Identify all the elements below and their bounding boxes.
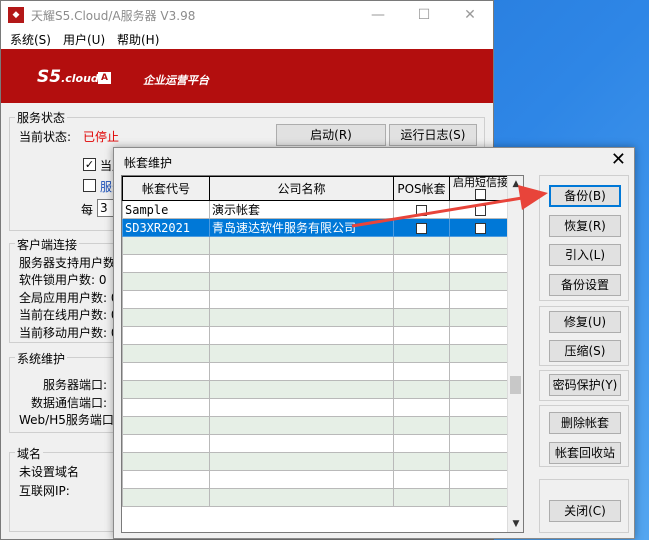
dialog-title: 帐套维护 (124, 156, 173, 170)
recycle-bin-button[interactable]: 帐套回收站 (549, 442, 621, 464)
dialog-close-icon[interactable]: ✕ (611, 149, 626, 171)
brand-banner: S5.cloud A 企业运营平台 (1, 49, 493, 103)
empty-row (122, 290, 512, 309)
sms-checkbox[interactable] (475, 222, 486, 234)
brand-slogan: 企业运营平台 (143, 74, 209, 87)
pos-checkbox[interactable] (416, 204, 427, 216)
account-set-dialog: 帐套维护 ✕ 帐套代号 公司名称 POS帐套 启用短信接 Sample 演示帐套 (113, 147, 635, 539)
company-name: 青岛速达软件服务有限公司 (209, 218, 394, 237)
menu-help[interactable]: 帮助(H) (117, 31, 159, 48)
password-button-group: 密码保护(Y) (539, 370, 629, 401)
service-checkbox[interactable] (83, 179, 96, 192)
empty-row (122, 308, 512, 327)
empty-row (122, 434, 512, 453)
empty-row (122, 470, 512, 489)
column-header-sms-label: 启用短信接 (453, 176, 508, 190)
restore-button[interactable]: 恢复(R) (549, 215, 621, 237)
empty-row (122, 416, 512, 435)
system-maintenance-title: 系统维护 (15, 350, 68, 367)
scroll-thumb[interactable] (510, 376, 521, 394)
close-button-group: 关闭(C) (539, 479, 629, 533)
repair-button-group: 修复(U) 压缩(S) (539, 306, 629, 366)
internet-ip-label: 互联网IP: (19, 484, 70, 498)
close-dialog-button[interactable]: 关闭(C) (549, 500, 621, 522)
client-connections-title: 客户端连接 (15, 236, 80, 253)
account-code: Sample (122, 200, 210, 219)
company-name: 演示帐套 (209, 200, 394, 219)
window-title: 天耀S5.Cloud/A服务器 V3.98 (31, 9, 196, 23)
status-value: 已停止 (83, 130, 120, 144)
backup-button-group: 备份(B) 恢复(R) 引入(L) 备份设置 (539, 175, 629, 301)
domain-not-set: 未设置域名 (19, 465, 80, 479)
column-header-company[interactable]: 公司名称 (209, 176, 394, 201)
mobile-users: 当前移动用户数: 0 (19, 326, 119, 340)
menu-user[interactable]: 用户(U) (63, 31, 105, 48)
start-button[interactable]: 启动(R) (276, 124, 386, 146)
repair-button[interactable]: 修复(U) (549, 311, 621, 333)
pos-checkbox[interactable] (416, 222, 427, 234)
delete-account-set-button[interactable]: 删除帐套 (549, 412, 621, 434)
domain-title: 域名 (15, 445, 44, 462)
column-header-code[interactable]: 帐套代号 (122, 176, 210, 201)
minimize-button[interactable]: — (355, 1, 401, 29)
supported-users: 服务器支持用户数: (19, 256, 120, 270)
data-port-label: 数据通信端口: (31, 396, 108, 410)
every-label: 每 (81, 203, 94, 217)
empty-row (122, 254, 512, 273)
menu-bar: 系统(S) 用户(U) 帮助(H) (1, 29, 493, 49)
backup-button[interactable]: 备份(B) (549, 185, 621, 207)
main-titlebar[interactable]: ◆ 天耀S5.Cloud/A服务器 V3.98 — ☐ ✕ (1, 1, 493, 29)
empty-row (122, 452, 512, 471)
empty-row (122, 398, 512, 417)
sms-checkbox[interactable] (475, 204, 486, 216)
account-set-table: 帐套代号 公司名称 POS帐套 启用短信接 Sample 演示帐套 SD3XR2… (121, 175, 524, 533)
column-header-sms[interactable]: 启用短信接 (449, 176, 512, 201)
empty-row (122, 326, 512, 345)
table-row[interactable]: Sample 演示帐套 (122, 200, 512, 219)
scroll-up-icon[interactable]: ▲ (508, 176, 523, 192)
online-users: 当前在线用户数: 0 (19, 308, 119, 322)
run-log-button[interactable]: 运行日志(S) (389, 124, 477, 146)
table-row-selected[interactable]: SD3XR2021 青岛速达软件服务有限公司 (122, 218, 512, 237)
account-code: SD3XR2021 (122, 218, 210, 237)
empty-row (122, 488, 512, 507)
table-scrollbar[interactable]: ▲ ▼ (507, 176, 523, 532)
backup-settings-button[interactable]: 备份设置 (549, 274, 621, 296)
empty-row (122, 380, 512, 399)
close-window-button[interactable]: ✕ (447, 1, 493, 29)
service-status-title: 服务状态 (15, 109, 68, 126)
empty-row (122, 236, 512, 255)
compress-button[interactable]: 压缩(S) (549, 340, 621, 362)
empty-row (122, 362, 512, 381)
menu-system[interactable]: 系统(S) (10, 31, 51, 48)
scroll-down-icon[interactable]: ▼ (508, 516, 523, 532)
empty-row (122, 344, 512, 363)
app-icon: ◆ (8, 7, 24, 23)
dialog-button-panel: 备份(B) 恢复(R) 引入(L) 备份设置 修复(U) 压缩(S) 密码保护(… (539, 175, 629, 533)
brand-logo-badge: A (98, 72, 111, 84)
sms-header-checkbox[interactable] (475, 188, 486, 200)
maximize-button[interactable]: ☐ (401, 1, 447, 29)
brand-logo: S5.cloud (37, 67, 99, 87)
auto-start-checkbox[interactable]: ✓ (83, 158, 96, 171)
column-header-pos[interactable]: POS帐套 (393, 176, 450, 201)
password-protect-button[interactable]: 密码保护(Y) (549, 374, 621, 396)
import-button[interactable]: 引入(L) (549, 244, 621, 266)
global-users: 全局应用用户数: 0 (19, 291, 119, 305)
server-port-label: 服务器端口: (43, 378, 108, 392)
lock-users: 软件锁用户数: 0 (19, 273, 107, 287)
status-label: 当前状态: (19, 130, 72, 144)
web-port-label: Web/H5服务端口: (19, 413, 118, 427)
empty-row (122, 272, 512, 291)
delete-button-group: 删除帐套 帐套回收站 (539, 405, 629, 467)
